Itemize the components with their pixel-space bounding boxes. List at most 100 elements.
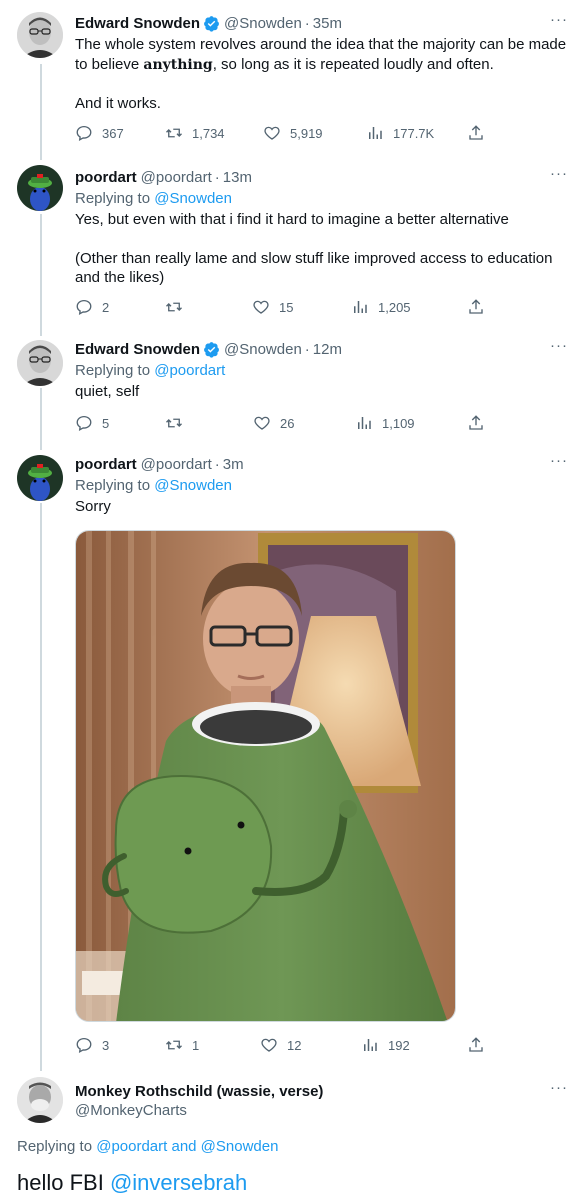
- more-options-icon[interactable]: ···: [550, 166, 568, 181]
- timestamp[interactable]: 35m: [313, 15, 342, 32]
- tweet-text-part: Sorry: [75, 498, 111, 515]
- tweet-actions: 367 1,734 5,919 177.7K: [75, 123, 495, 143]
- share-icon: [469, 415, 483, 430]
- tweet-text-part: (Other than really lame and slow stuff l…: [75, 249, 553, 287]
- views-chart-icon: [369, 127, 382, 139]
- reply-button[interactable]: 3: [75, 1036, 109, 1054]
- avatar[interactable]: [17, 455, 63, 501]
- heart-icon: [261, 1038, 277, 1052]
- share-button[interactable]: [467, 298, 485, 316]
- author-handle[interactable]: @poordart: [141, 456, 212, 473]
- views-chart-icon: [364, 1039, 377, 1051]
- replying-to-link[interactable]: @Snowden: [154, 477, 232, 494]
- replying-to-link[interactable]: @Snowden: [154, 190, 232, 207]
- more-options-icon[interactable]: ···: [550, 338, 568, 353]
- poordart-avatar-image: [17, 165, 63, 211]
- tweet[interactable]: poordart @poordart · 13m ··· Replying to…: [0, 160, 582, 335]
- tweet[interactable]: Edward Snowden @Snowden · 35m ··· The wh…: [0, 0, 582, 160]
- author-name[interactable]: Edward Snowden: [75, 15, 200, 32]
- share-button[interactable]: [467, 414, 485, 432]
- tweet-text: quiet, self: [75, 382, 568, 402]
- reply-icon: [76, 125, 92, 141]
- share-button[interactable]: [467, 124, 485, 142]
- tweet-actions: 5 26 1,109: [75, 413, 495, 433]
- author-name[interactable]: poordart: [75, 456, 137, 473]
- verified-badge-icon: [204, 341, 219, 358]
- like-count: 15: [279, 299, 294, 315]
- replying-to-link[interactable]: @poordart and @Snowden: [96, 1138, 278, 1155]
- retweet-count: 1: [192, 1037, 200, 1053]
- heart-icon: [254, 416, 270, 430]
- tweet-text-part: , so long as it is repeated loudly and o…: [212, 55, 494, 73]
- reply-button[interactable]: 367: [75, 124, 124, 142]
- author-handle[interactable]: @Snowden: [224, 15, 302, 32]
- timestamp[interactable]: 13m: [223, 169, 252, 186]
- tweet-text: Yes, but even with that i find it hard t…: [75, 210, 568, 288]
- timestamp[interactable]: 12m: [313, 341, 342, 358]
- replying-to-label: Replying to: [17, 1138, 97, 1155]
- replying-to: Replying to @Snowden: [75, 477, 568, 495]
- replying-to-label: Replying to: [75, 362, 155, 379]
- view-count: 1,109: [382, 415, 415, 431]
- tweet-actions: 3 1 12 192: [75, 1035, 495, 1055]
- like-button[interactable]: 12: [260, 1036, 301, 1054]
- tweet-text: The whole system revolves around the ide…: [75, 35, 568, 114]
- replying-to-link[interactable]: @poordart: [154, 362, 225, 379]
- reply-button[interactable]: 5: [75, 414, 109, 432]
- mention-link[interactable]: @inversebrah: [110, 1170, 247, 1195]
- view-count: 177.7K: [393, 125, 435, 141]
- verified-badge-icon: [204, 15, 219, 32]
- snowden-in-green-costume-image: [76, 531, 455, 1021]
- author-handle[interactable]: @Snowden: [224, 341, 302, 358]
- retweet-button[interactable]: [165, 414, 192, 432]
- avatar[interactable]: [17, 340, 63, 386]
- views-button[interactable]: 192: [361, 1036, 410, 1054]
- tweet-text-emphasis: anything: [143, 56, 213, 73]
- author-handle[interactable]: @MonkeyCharts: [75, 1102, 568, 1120]
- views-chart-icon: [354, 301, 367, 313]
- heart-icon: [264, 126, 280, 140]
- share-button[interactable]: [467, 1036, 485, 1054]
- retweet-button[interactable]: [165, 298, 192, 316]
- separator-dot: ·: [304, 340, 310, 358]
- views-button[interactable]: 1,205: [351, 298, 411, 316]
- more-options-icon[interactable]: ···: [550, 1080, 568, 1095]
- author-name[interactable]: poordart: [75, 169, 137, 186]
- separator-dot: ·: [214, 455, 220, 473]
- separator-dot: ·: [304, 14, 310, 32]
- reply-icon: [76, 299, 92, 315]
- tweet-image[interactable]: [75, 530, 456, 1022]
- author-name[interactable]: Monkey Rothschild (wassie, verse): [75, 1083, 323, 1100]
- more-options-icon[interactable]: ···: [550, 453, 568, 468]
- reply-button[interactable]: 2: [75, 298, 109, 316]
- retweet-count: 1,734: [192, 125, 225, 141]
- like-button[interactable]: 26: [253, 414, 294, 432]
- like-button[interactable]: 5,919: [263, 124, 323, 142]
- like-count: 26: [280, 415, 295, 431]
- tweet[interactable]: Edward Snowden @Snowden · 12m ··· Replyi…: [0, 335, 582, 450]
- avatar[interactable]: [17, 1077, 63, 1123]
- timestamp[interactable]: 3m: [223, 456, 244, 473]
- view-count: 1,205: [378, 299, 411, 315]
- snowden-avatar-image: [17, 12, 63, 58]
- views-button[interactable]: 1,109: [355, 414, 415, 432]
- author-handle[interactable]: @poordart: [141, 169, 212, 186]
- reply-count: 5: [102, 415, 110, 431]
- more-options-icon[interactable]: ···: [550, 12, 568, 27]
- like-count: 5,919: [290, 125, 323, 141]
- monkey-rothschild-avatar-image: [17, 1077, 63, 1123]
- share-icon: [469, 299, 483, 314]
- tweet-text-part: quiet, self: [75, 383, 140, 400]
- author-name[interactable]: Edward Snowden: [75, 341, 200, 358]
- retweet-button[interactable]: 1: [165, 1036, 199, 1054]
- share-icon: [469, 1037, 483, 1052]
- replying-to-label: Replying to: [75, 477, 155, 494]
- avatar[interactable]: [17, 165, 63, 211]
- like-button[interactable]: 15: [252, 298, 293, 316]
- separator-dot: ·: [214, 168, 220, 186]
- heart-icon: [253, 300, 269, 314]
- views-button[interactable]: 177.7K: [366, 124, 434, 142]
- avatar[interactable]: [17, 12, 63, 58]
- retweet-button[interactable]: 1,734: [165, 124, 225, 142]
- replying-to: Replying to @Snowden: [75, 190, 568, 208]
